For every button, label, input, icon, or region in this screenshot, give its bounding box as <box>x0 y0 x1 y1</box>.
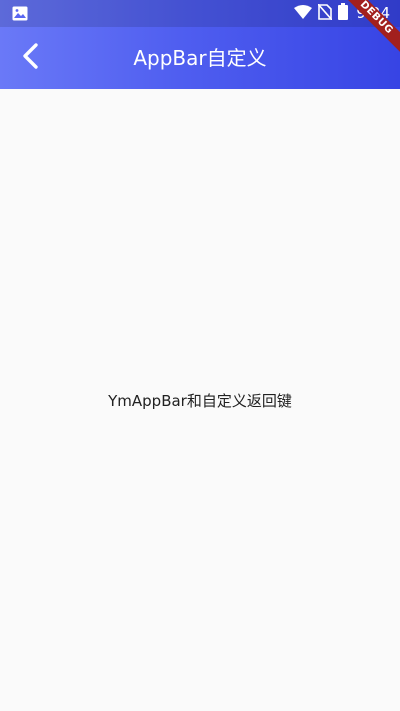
app-bar: AppBar自定义 <box>0 27 400 89</box>
no-sim-icon <box>317 2 333 24</box>
status-icons: 9:24 <box>294 2 390 24</box>
header: 9:24 AppBar自定义 <box>0 0 400 89</box>
app-screen: 9:24 AppBar自定义 DEBUG YmAppBar和自定义返回键 <box>0 0 400 711</box>
page-title: AppBar自定义 <box>133 46 267 70</box>
body-text: YmAppBar和自定义返回键 <box>108 391 292 410</box>
main-content: YmAppBar和自定义返回键 <box>0 89 400 711</box>
chevron-left-icon <box>21 42 39 74</box>
image-icon <box>12 6 28 21</box>
battery-icon <box>338 3 349 24</box>
wifi-icon <box>294 4 313 23</box>
back-button[interactable] <box>8 35 52 81</box>
status-bar: 9:24 <box>0 0 400 27</box>
status-time: 9:24 <box>356 4 390 22</box>
